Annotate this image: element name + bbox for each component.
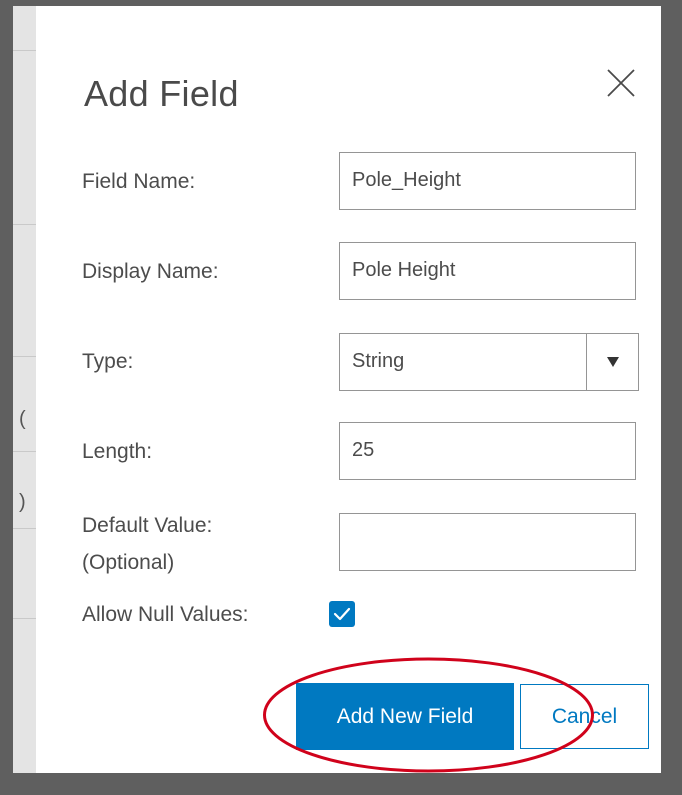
display-name-input[interactable]: Pole Height bbox=[339, 242, 636, 300]
default-value-input[interactable] bbox=[339, 513, 636, 571]
dialog-title: Add Field bbox=[84, 73, 239, 114]
display-name-label: Display Name: bbox=[82, 260, 219, 283]
screen: ( ) Add Field Field Name: Pole_Height Di… bbox=[0, 0, 682, 795]
cancel-button[interactable]: Cancel bbox=[520, 684, 649, 749]
length-label: Length: bbox=[82, 440, 153, 463]
default-value-optional-label: (Optional) bbox=[82, 551, 175, 574]
length-input[interactable]: 25 bbox=[339, 422, 636, 480]
add-field-dialog: Add Field Field Name: Pole_Height Displa… bbox=[36, 6, 661, 773]
background-text-fragment: ) bbox=[19, 491, 26, 513]
add-new-field-button[interactable]: Add New Field bbox=[296, 683, 514, 750]
default-value-label: Default Value: bbox=[82, 514, 213, 537]
caret-down-icon bbox=[606, 357, 619, 367]
background-text-fragment: ( bbox=[19, 408, 26, 430]
type-label: Type: bbox=[82, 350, 134, 373]
allow-null-label: Allow Null Values: bbox=[82, 603, 249, 626]
checkmark-icon bbox=[333, 607, 351, 621]
background-page bbox=[13, 6, 36, 773]
close-button[interactable] bbox=[604, 66, 638, 100]
type-select-value: String bbox=[352, 350, 405, 372]
allow-null-checkbox[interactable] bbox=[329, 601, 355, 627]
modal-overlay bbox=[0, 0, 13, 795]
type-select-arrow[interactable] bbox=[586, 334, 638, 390]
close-icon bbox=[607, 69, 635, 97]
modal-overlay bbox=[661, 6, 682, 773]
modal-overlay bbox=[0, 773, 682, 795]
type-select[interactable]: String bbox=[339, 333, 639, 391]
field-name-label: Field Name: bbox=[82, 170, 196, 193]
field-name-input[interactable]: Pole_Height bbox=[339, 152, 636, 210]
